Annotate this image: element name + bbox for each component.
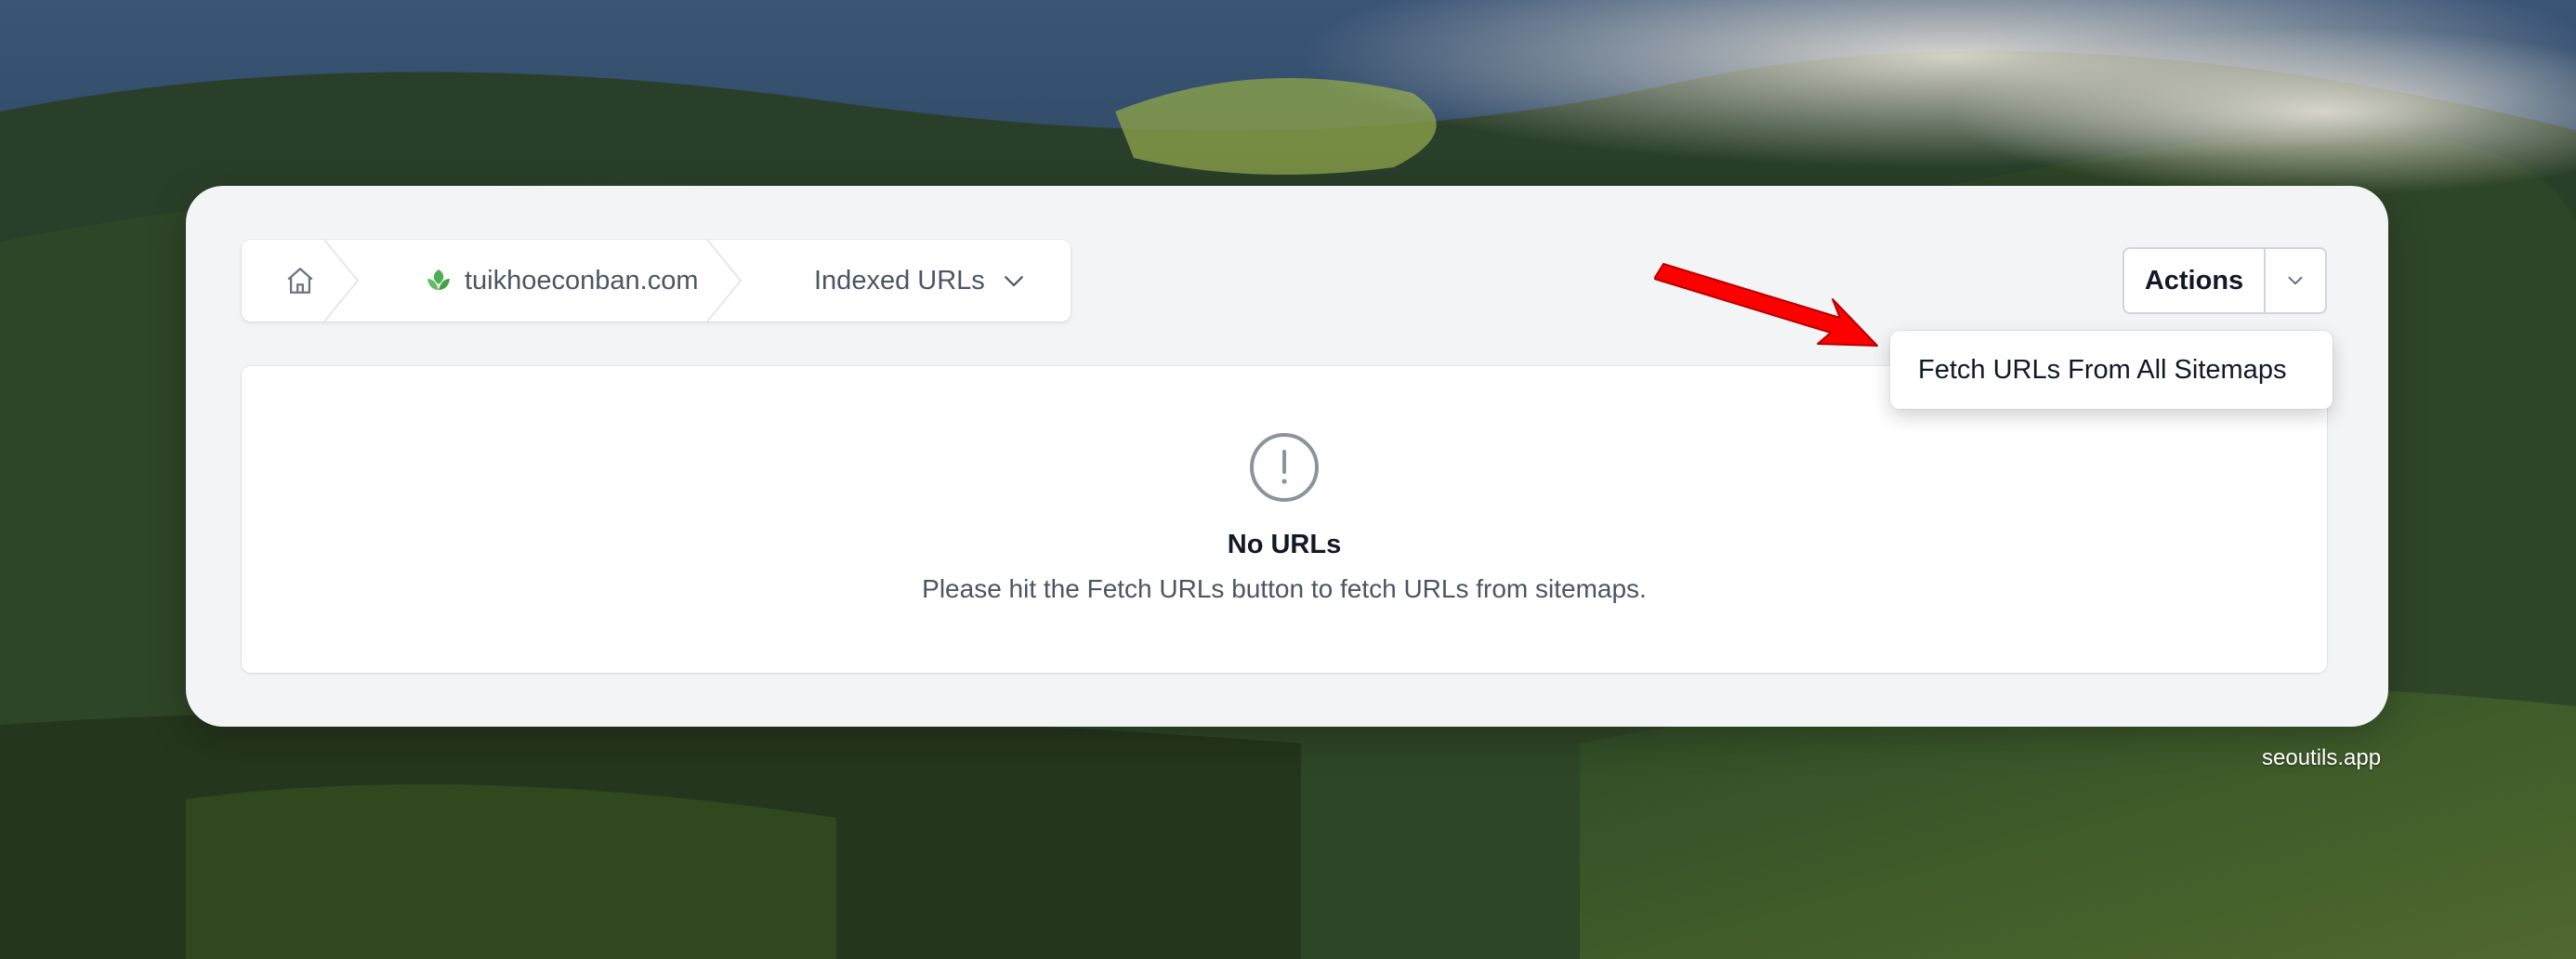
annotation-arrow-icon [1654, 263, 1878, 347]
breadcrumb-home[interactable] [242, 240, 360, 322]
breadcrumb-separator [706, 240, 743, 322]
actions-button[interactable]: Actions [2124, 249, 2266, 312]
chevron-down-icon [2288, 276, 2303, 285]
breadcrumb-separator [323, 240, 360, 322]
leaf-logo-icon [427, 269, 450, 290]
actions-button-group: Actions [2123, 247, 2327, 314]
footer-brand[interactable]: seoutils.app [2262, 745, 2381, 771]
menu-item-fetch-urls[interactable]: Fetch URLs From All Sitemaps [1890, 355, 2286, 386]
chevron-down-icon [1004, 276, 1023, 287]
actions-dropdown-menu: Fetch URLs From All Sitemaps [1890, 331, 2333, 409]
breadcrumb: tuikhoeconban.com Indexed URLs [242, 240, 1071, 322]
empty-state-description: Please hit the Fetch URLs button to fetc… [922, 574, 1647, 603]
breadcrumb-page-label: Indexed URLs [814, 265, 985, 296]
breadcrumb-site[interactable]: tuikhoeconban.com [359, 240, 743, 322]
breadcrumb-site-label: tuikhoeconban.com [465, 265, 699, 296]
empty-state-panel: No URLs Please hit the Fetch URLs button… [242, 366, 2327, 673]
main-card: tuikhoeconban.com Indexed URLs Actions N… [186, 186, 2388, 727]
exclamation-circle-icon [1250, 433, 1319, 502]
home-icon [287, 268, 313, 294]
actions-dropdown-toggle[interactable] [2266, 249, 2325, 312]
empty-state-title: No URLs [1227, 530, 1342, 559]
breadcrumb-page-selector[interactable]: Indexed URLs [742, 240, 1071, 322]
